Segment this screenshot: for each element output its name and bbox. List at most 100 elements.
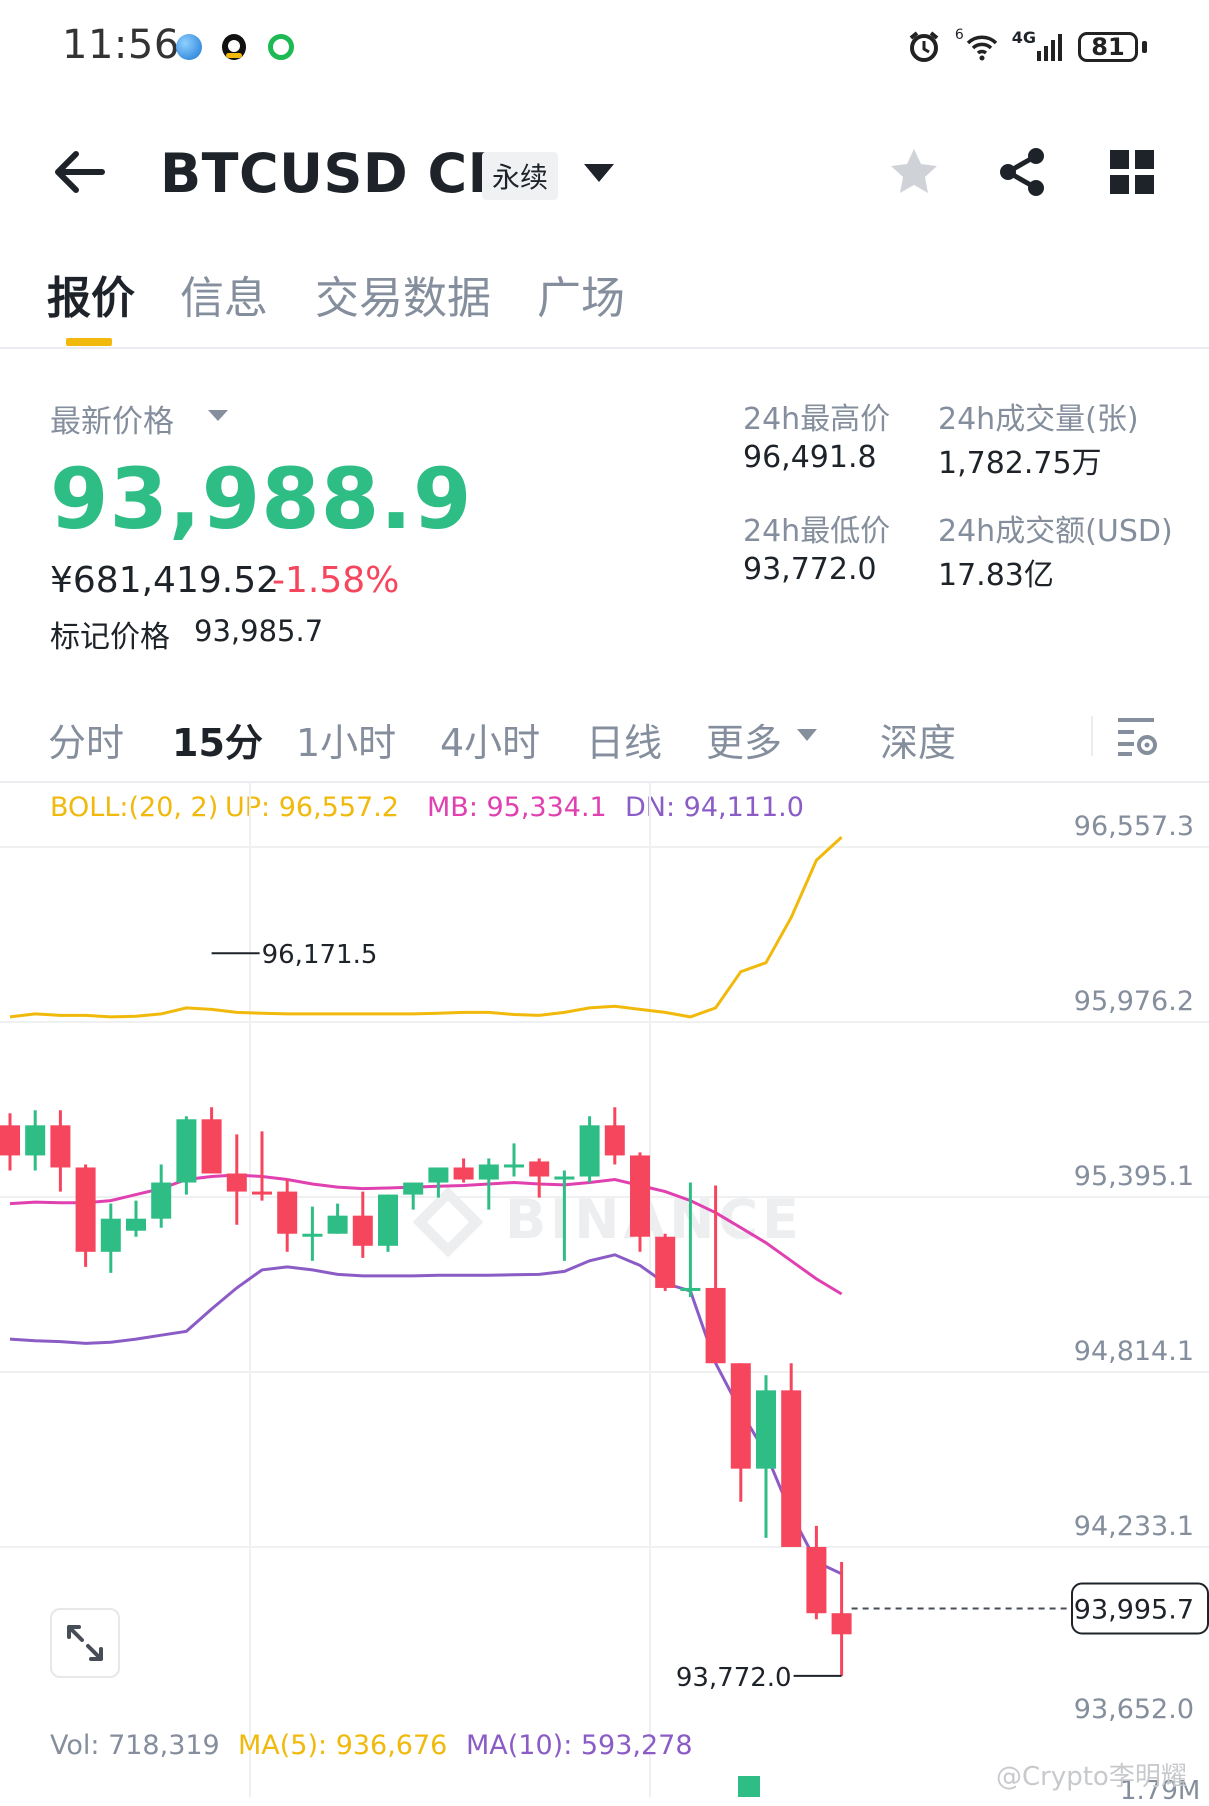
y-tick-label: 96,557.3 xyxy=(1074,811,1194,842)
alarm-clock-icon xyxy=(909,31,939,62)
grid-menu-icon[interactable] xyxy=(1110,150,1154,194)
tabs-divider xyxy=(0,347,1209,349)
price-change: -1.58% xyxy=(272,560,400,601)
candle-down xyxy=(226,1173,247,1192)
share-icon[interactable] xyxy=(996,146,1048,198)
candle-down xyxy=(730,1363,751,1469)
tab-info[interactable]: 信息 xyxy=(180,262,268,326)
amount-24h-label: 24h成交额(USD) xyxy=(938,514,1173,549)
candle-down xyxy=(831,1613,852,1635)
candle-up xyxy=(504,1164,524,1168)
candle-down xyxy=(252,1191,272,1195)
status-indicators: 6 4G 81 xyxy=(907,27,1147,64)
star-icon[interactable] xyxy=(888,146,940,198)
candle-up xyxy=(579,1125,600,1177)
y-tick-label: 94,233.1 xyxy=(1074,1511,1194,1542)
binance-logo-mark xyxy=(412,1186,484,1258)
candle-down xyxy=(0,1125,20,1156)
perpetual-tag: 永续 xyxy=(482,152,559,200)
wifi-icon xyxy=(966,35,997,61)
sync-app-icon xyxy=(268,34,294,60)
tab-square[interactable]: 广场 xyxy=(537,262,625,326)
candle-down xyxy=(50,1125,71,1168)
cny-price: ¥681,419.52 xyxy=(50,560,280,601)
mark-price: 93,985.7 xyxy=(194,614,324,648)
battery-icon: 81 xyxy=(1078,32,1138,62)
latest-price-label[interactable]: 最新价格 xyxy=(50,396,174,441)
high-24h-value: 96,491.8 xyxy=(743,440,877,475)
depth-tab[interactable]: 深度 xyxy=(880,712,956,767)
current-price-label: 93,995.7 xyxy=(1074,1594,1194,1625)
volume-24h-label: 24h成交量(张) xyxy=(938,402,1139,437)
volume-value: Vol: 718,319 xyxy=(50,1730,220,1761)
candle-down xyxy=(201,1119,222,1174)
candlestick-chart[interactable]: BINANCE 96,557.3 95,976.2 95,395.1 94,814.1… xyxy=(0,782,1209,1797)
interval-more[interactable]: 更多 xyxy=(706,712,782,767)
more-caret-icon[interactable] xyxy=(797,729,817,741)
candle-down xyxy=(277,1191,298,1234)
candle-up xyxy=(554,1176,575,1180)
candle-up xyxy=(478,1164,499,1180)
candle-up xyxy=(100,1218,121,1252)
candle-up xyxy=(302,1233,323,1237)
qq-penguin-icon xyxy=(222,34,246,60)
amount-24h-value: 17.83亿 xyxy=(938,558,1054,593)
chart-settings-icon[interactable] xyxy=(1116,714,1160,758)
y-tick-label: 94,814.1 xyxy=(1074,1336,1194,1367)
candle-down xyxy=(604,1125,625,1156)
candle-up xyxy=(126,1218,146,1231)
symbol-dropdown-icon[interactable] xyxy=(584,164,614,182)
interval-4h[interactable]: 4小时 xyxy=(440,712,540,767)
candle-down xyxy=(705,1287,726,1364)
volume-ma5: MA(5): 936,676 xyxy=(238,1730,448,1761)
interval-1h[interactable]: 1小时 xyxy=(296,712,396,767)
battery-cap xyxy=(1142,41,1147,53)
binance-watermark-text: BINANCE xyxy=(505,1188,803,1251)
tab-trading-data[interactable]: 交易数据 xyxy=(315,262,491,326)
candle-up xyxy=(327,1215,348,1234)
candle-up xyxy=(378,1194,398,1246)
interval-1d[interactable]: 日线 xyxy=(586,712,662,767)
interval-15m[interactable]: 15分 xyxy=(172,712,263,767)
boll-upper-line xyxy=(9,835,843,1019)
volume-24h-value: 1,782.75万 xyxy=(938,446,1102,481)
candle-up xyxy=(176,1119,197,1183)
status-time: 11:56 xyxy=(62,22,180,68)
symbol-title[interactable]: BTCUSD CM xyxy=(160,142,522,205)
volume-bar xyxy=(738,1776,760,1797)
expand-chart-button[interactable] xyxy=(50,1608,120,1678)
min-price-label: 93,772.0 xyxy=(676,1663,792,1693)
interval-line[interactable]: 分时 xyxy=(48,712,124,767)
candle-down xyxy=(75,1167,96,1252)
candle-up xyxy=(428,1167,449,1183)
candle-up xyxy=(756,1390,776,1469)
candle-down xyxy=(529,1161,550,1177)
mark-price-label: 标记价格 xyxy=(50,620,170,655)
low-24h-value: 93,772.0 xyxy=(743,552,877,587)
active-tab-indicator xyxy=(66,338,112,346)
candle-up xyxy=(151,1182,172,1219)
back-arrow-icon[interactable] xyxy=(52,150,106,194)
candle-down xyxy=(655,1236,676,1288)
candle-down xyxy=(630,1155,650,1237)
cell-signal-icon xyxy=(1037,34,1062,61)
interval-separator xyxy=(1091,716,1093,756)
candle-up xyxy=(680,1287,701,1291)
candle-down xyxy=(781,1390,802,1547)
low-24h-label: 24h最低价 xyxy=(743,514,891,549)
y-tick-label: 93,652.0 xyxy=(1074,1694,1194,1725)
volume-ma10: MA(10): 593,278 xyxy=(466,1730,693,1761)
tab-quote[interactable]: 报价 xyxy=(47,262,135,326)
candle-down xyxy=(352,1215,373,1246)
browser-app-icon xyxy=(176,34,202,60)
candle-up xyxy=(25,1125,46,1156)
expand-icon xyxy=(67,1625,103,1661)
wifi-sup: 6 xyxy=(954,27,964,43)
y-tick-label: 95,395.1 xyxy=(1074,1161,1194,1192)
author-watermark: @Crypto李明耀 xyxy=(996,1762,1187,1792)
battery-level: 81 xyxy=(1091,33,1125,61)
network-type: 4G xyxy=(1011,27,1036,47)
price-type-dropdown-icon[interactable] xyxy=(208,410,228,421)
candle-down xyxy=(806,1546,827,1614)
last-price: 93,988.9 xyxy=(50,450,473,548)
